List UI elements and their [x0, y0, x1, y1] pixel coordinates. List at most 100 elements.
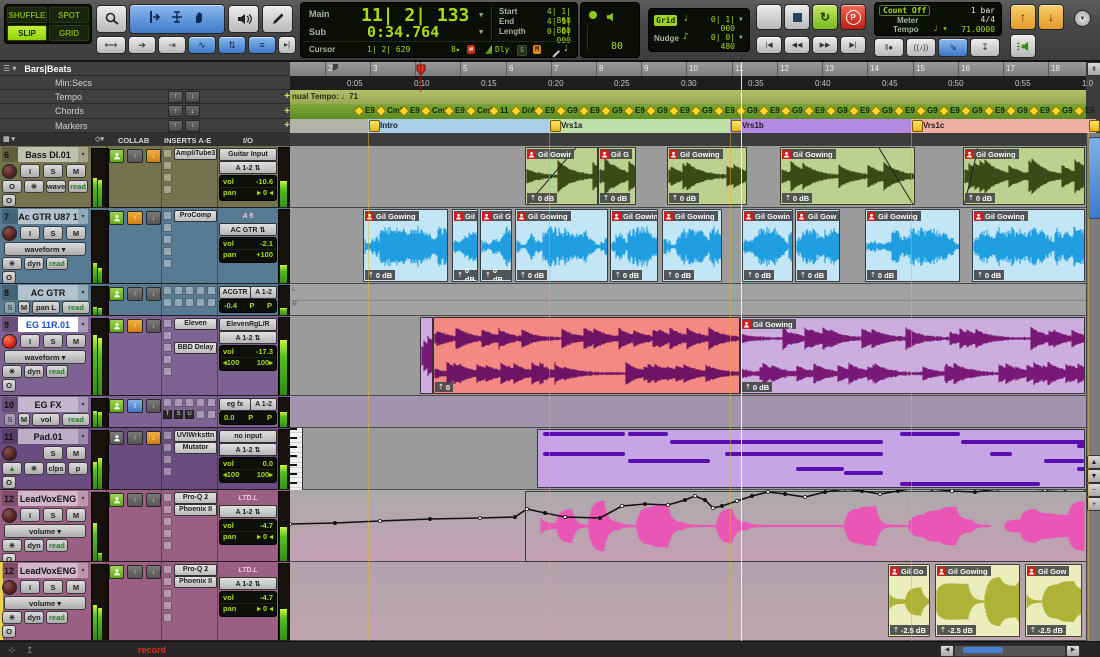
clip-gain-badge[interactable]: ⇡ -2.5 dB — [1027, 625, 1066, 635]
insert-slot-button[interactable] — [163, 259, 172, 268]
h-scroll-left-button[interactable]: ◀ — [940, 645, 954, 657]
clip-gain-badge[interactable]: ⇡ 0 dB — [365, 270, 396, 280]
chord-marker[interactable]: E9 — [758, 104, 780, 117]
elastic-audio-button[interactable]: O — [2, 379, 16, 392]
mute-button[interactable]: M — [18, 301, 30, 314]
sub-counter-dropdown[interactable]: ▼ — [479, 28, 483, 36]
audio-clip[interactable]: Gil Gowing ⇡0 dB — [667, 147, 747, 205]
track-panel-eg-fx[interactable]: 10 EG FX ▾ S Mvol read I ↓ T S Ueg fx A 1-2 0.0 P P — [0, 396, 290, 428]
audio-clip[interactable]: Gil Gowing ⇡0 dB — [363, 209, 448, 282]
insert-plugin-button[interactable]: Phoenix II — [174, 503, 217, 516]
vol-value[interactable]: -2.1 — [260, 239, 273, 248]
audio-clip[interactable]: Gil Gowin ⇡ 0 dB — [742, 209, 793, 282]
insert-slot[interactable] — [163, 612, 217, 623]
insert-slot[interactable] — [163, 222, 217, 233]
track-name[interactable]: LeadVoxENG — [18, 563, 78, 578]
mute-button[interactable]: M — [66, 164, 86, 178]
ruler-name-tempo[interactable]: Tempo ↑ ↓ + — [0, 90, 290, 104]
insert-slot-button[interactable] — [163, 431, 172, 440]
track-options-caret[interactable]: ▾ — [78, 563, 88, 578]
midi-mini-keyboard[interactable] — [290, 428, 303, 490]
scrub-tool-button[interactable] — [228, 5, 259, 33]
collab-owner-button[interactable] — [109, 565, 125, 579]
h-scrollbar-track[interactable] — [954, 645, 1066, 657]
pan-value[interactable]: ▸ 0 ◂ — [257, 604, 273, 613]
midi-note[interactable] — [1077, 467, 1084, 471]
track-mini-button[interactable]: ✳ — [24, 462, 44, 475]
automation-follows-edit-button[interactable]: ▸| — [278, 36, 296, 54]
ruler-end-button[interactable]: ⇟ — [1087, 62, 1100, 76]
output-path-button[interactable]: no input — [219, 430, 277, 443]
track-options-caret[interactable]: ▾ — [78, 491, 88, 506]
mute-button[interactable]: M — [66, 226, 86, 240]
insert-slot-button[interactable] — [185, 286, 194, 295]
tempo-value[interactable]: 71.0000 — [961, 25, 995, 34]
audio-clip[interactable]: Gil Gow ⇡ -2.5 dB — [1025, 564, 1082, 637]
grid-note-icon[interactable]: ♩ — [683, 14, 688, 24]
insert-slot-button[interactable]: T — [163, 410, 172, 419]
meter-value[interactable]: 4/4 — [981, 15, 995, 24]
output-assignment-button[interactable]: A 1-2 — [250, 286, 277, 299]
fast-forward-button[interactable]: ▶▶ — [812, 36, 838, 54]
collab-download-button[interactable]: ↓ — [145, 319, 161, 333]
chord-marker[interactable]: G9 — [1050, 104, 1073, 117]
length-value[interactable]: 0| 0| 000 — [533, 27, 571, 45]
ruler-name-minsecs[interactable]: Min:Secs — [0, 76, 290, 90]
insert-slot-button[interactable] — [163, 565, 172, 574]
track-options-caret[interactable]: ▾ — [78, 429, 88, 444]
pan-left-value[interactable]: ◂100 — [223, 470, 239, 479]
elastic-audio-button[interactable]: O — [2, 476, 16, 489]
clip-gain-badge[interactable]: ⇡ 0 dB — [974, 270, 1005, 280]
track-mini-button[interactable]: p — [68, 462, 88, 475]
audio-clip[interactable]: Gil Gowing ⇡0 dB — [740, 317, 1085, 394]
insert-slot[interactable]: Mutator — [163, 441, 217, 454]
input-monitor-button[interactable]: I — [20, 580, 40, 594]
insert-slot-button[interactable] — [196, 298, 205, 307]
insert-plugin-button[interactable]: ProComp — [174, 209, 217, 222]
audio-clip[interactable]: Gil Gow ⇡ 0 dB — [795, 209, 840, 282]
chord-marker[interactable]: G9 — [1005, 104, 1028, 117]
mute-button[interactable]: M — [66, 446, 86, 460]
audio-clip[interactable]: Gil Gowing ⇡0 dB — [610, 209, 658, 282]
track-view-selector[interactable]: volume ▾ — [4, 596, 86, 610]
nudge-note-icon[interactable]: ♪ — [683, 32, 688, 42]
insert-slot[interactable] — [163, 184, 217, 195]
chord-marker[interactable]: E9 — [983, 104, 1005, 117]
insert-slot-button[interactable] — [174, 298, 183, 307]
insert-slot-button[interactable] — [163, 298, 172, 307]
track-view-selector[interactable]: vol — [32, 413, 60, 426]
insert-slot[interactable] — [163, 600, 217, 611]
chord-marker[interactable]: G9 — [870, 104, 893, 117]
marker-region[interactable]: Vrs1c — [911, 119, 1088, 133]
mute-status-badge[interactable]: M — [533, 45, 542, 54]
vol-value[interactable]: -10.6 — [256, 177, 273, 186]
collab-owner-button[interactable] — [109, 399, 125, 413]
insert-slot-button[interactable] — [185, 398, 194, 407]
track-view-selector[interactable]: waveform ▾ — [4, 242, 86, 256]
track-name[interactable]: Ac GTR U87 1 — [18, 209, 78, 224]
track-mini-button[interactable]: ✳ — [2, 365, 22, 378]
markers-ruler[interactable]: Intro Vrs1a Vrs1b Vrs1c — [290, 119, 1100, 134]
audio-clip[interactable]: Gil Gowing ⇡0 dB — [515, 209, 608, 282]
insert-slot-button[interactable] — [163, 541, 172, 550]
collab-download-button[interactable]: ↓ — [145, 399, 161, 413]
chord-marker[interactable]: E9 — [1028, 104, 1050, 117]
insert-slot-button[interactable] — [185, 298, 194, 307]
marker-region[interactable] — [1088, 119, 1100, 133]
clip-gain-badge[interactable]: ⇡ -2.5 dB — [937, 625, 976, 635]
note-value-icon[interactable]: ♩ — [563, 44, 568, 54]
meter-options-icon[interactable]: ◇▾ — [95, 135, 104, 143]
clip-gain-badge[interactable]: ⇡ 0 dB — [600, 193, 631, 203]
track-name[interactable]: AC GTR — [18, 285, 78, 300]
track-mini-button[interactable]: O — [2, 180, 22, 193]
audition-output-button[interactable] — [1010, 34, 1036, 58]
mirrored-midi-editing-button[interactable]: ≡ — [248, 36, 276, 54]
clip-gain-badge[interactable]: ⇡ -2.5 dB — [890, 625, 929, 635]
nudge-value[interactable]: 0| 0| 480 — [695, 33, 735, 51]
chord-marker[interactable]: 11 — [488, 104, 508, 117]
collab-upload-button[interactable]: ↑ — [127, 319, 143, 333]
insert-slot[interactable]: Pro-Q 2 — [163, 563, 217, 576]
track-options-caret[interactable]: ▾ — [78, 285, 88, 300]
chord-marker[interactable]: E9 — [938, 104, 960, 117]
insert-plugin-button[interactable]: Pro-Q 2 — [174, 563, 217, 576]
